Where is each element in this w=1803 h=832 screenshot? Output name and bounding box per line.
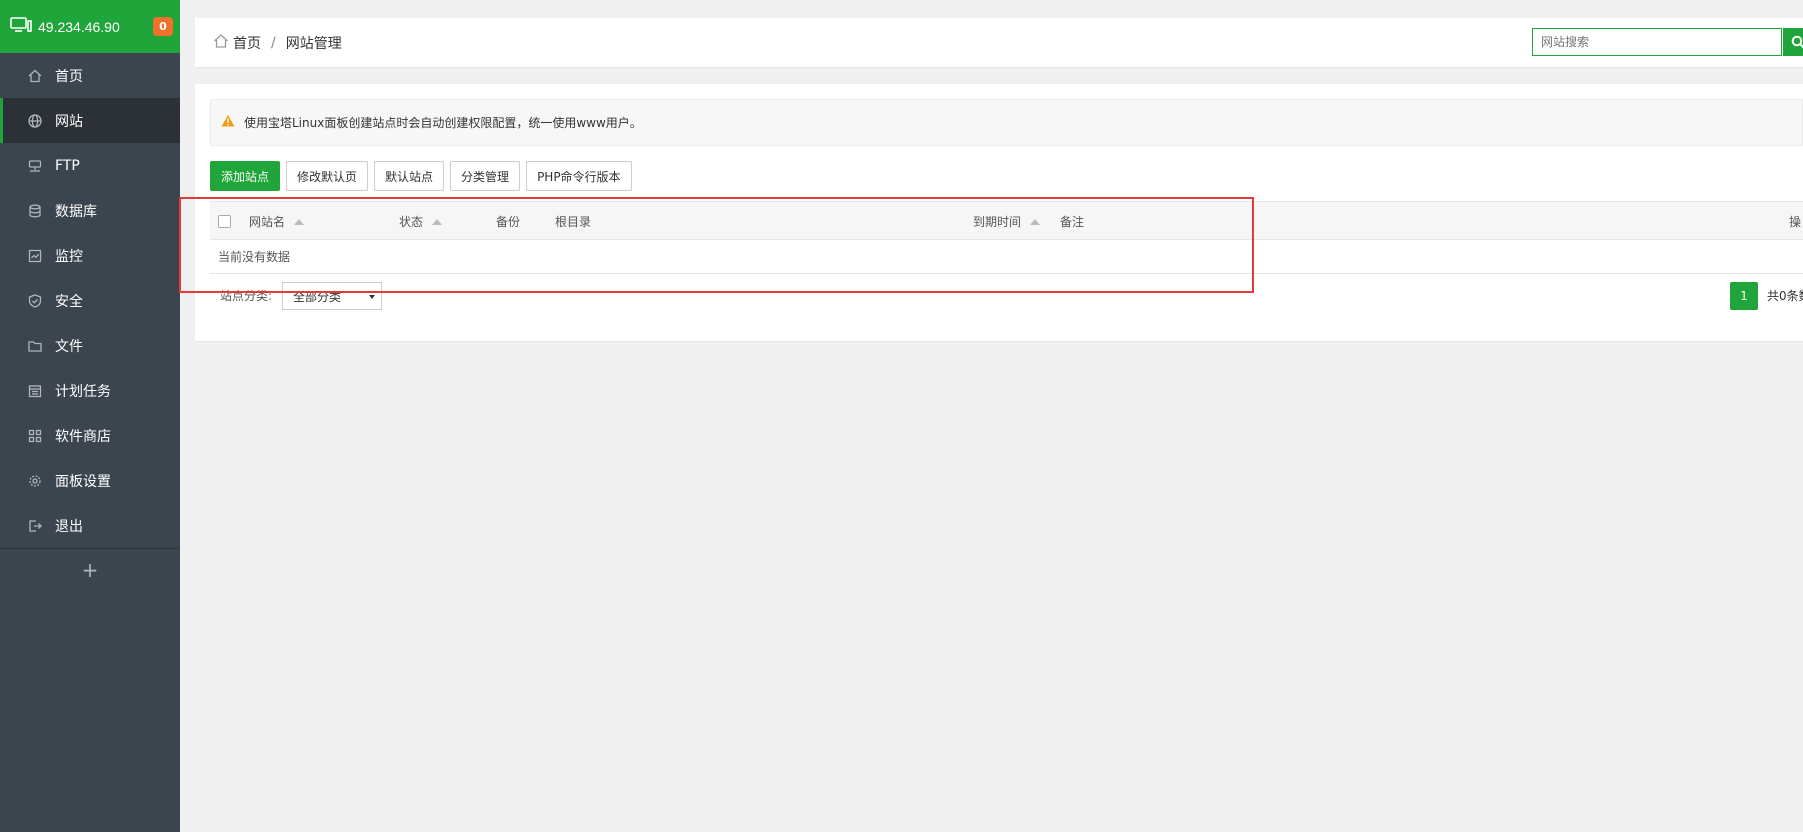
- sidebar-item-label: 监控: [55, 248, 83, 265]
- category-label: 站点分类:: [220, 289, 273, 303]
- sidebar-item-store[interactable]: 软件商店: [0, 413, 180, 458]
- breadcrumb-current: 网站管理: [285, 35, 342, 52]
- empty-text: 当前没有数据: [218, 250, 291, 264]
- column-note: 备注: [1060, 202, 1084, 241]
- sidebar-item-label: 退出: [55, 518, 83, 535]
- monitor-icon: [27, 248, 43, 264]
- sidebar-item-ftp[interactable]: FTP: [0, 143, 180, 188]
- sidebar-item-files[interactable]: 文件: [0, 323, 180, 368]
- search-button[interactable]: [1783, 28, 1803, 56]
- search-icon: [1791, 35, 1803, 49]
- sidebar-item-label: FTP: [55, 157, 80, 174]
- breadcrumb-separator: /: [271, 34, 276, 51]
- home-icon: [27, 68, 43, 84]
- category-select[interactable]: 全部分类: [282, 282, 382, 310]
- sidebar-item-label: 面板设置: [55, 473, 111, 490]
- column-operation: 操: [1789, 202, 1801, 241]
- sidebar-item-website[interactable]: 网站: [0, 98, 180, 143]
- sidebar-item-cron[interactable]: 计划任务: [0, 368, 180, 413]
- sidebar-item-home[interactable]: 首页: [0, 53, 180, 98]
- column-expire[interactable]: 到期时间: [973, 202, 1041, 241]
- column-root-dir: 根目录: [555, 202, 591, 241]
- sidebar: 49.234.46.90 0 首页 网站 FTP 数据库 监控 安全 文件 计划…: [0, 0, 180, 832]
- warning-icon: [221, 114, 244, 131]
- table-footer: 站点分类: 全部分类 1 共0条数据: [210, 280, 1803, 312]
- column-label: 备份: [496, 215, 521, 229]
- sidebar-item-label: 首页: [55, 68, 83, 85]
- page-number-current[interactable]: 1: [1730, 282, 1758, 310]
- home-icon[interactable]: [213, 33, 233, 53]
- breadcrumb-bar: 首页 / 网站管理: [195, 18, 1803, 68]
- sidebar-item-label: 安全: [55, 293, 83, 310]
- sidebar-item-logout[interactable]: 退出: [0, 503, 180, 548]
- sidebar-item-label: 网站: [55, 113, 83, 130]
- site-table: 网站名 状态 备份 根目录 到期时间 备注 操 当前没有数据: [210, 201, 1803, 274]
- action-toolbar: 添加站点 修改默认页 默认站点 分类管理 PHP命令行版本: [210, 161, 632, 191]
- breadcrumb: 首页 / 网站管理: [213, 33, 342, 53]
- database-icon: [27, 203, 43, 219]
- sidebar-item-label: 数据库: [55, 203, 97, 220]
- sort-icon: [432, 218, 443, 225]
- column-label: 网站名: [249, 215, 286, 229]
- column-label: 到期时间: [973, 215, 1022, 229]
- empty-row: 当前没有数据: [210, 240, 1803, 274]
- column-site-name[interactable]: 网站名: [249, 202, 305, 241]
- search-input[interactable]: [1533, 29, 1773, 55]
- php-cli-version-button[interactable]: PHP命令行版本: [526, 161, 632, 191]
- notice-bar: 使用宝塔Linux面板创建站点时会自动创建权限配置，统一使用www用户。: [210, 99, 1803, 146]
- add-site-button[interactable]: 添加站点: [210, 161, 281, 191]
- sidebar-item-security[interactable]: 安全: [0, 278, 180, 323]
- server-header[interactable]: 49.234.46.90 0: [0, 0, 180, 53]
- sidebar-menu: 首页 网站 FTP 数据库 监控 安全 文件 计划任务 软件商店 面板设置 退出: [0, 53, 180, 548]
- column-status[interactable]: 状态: [399, 202, 443, 241]
- category-manage-button[interactable]: 分类管理: [450, 161, 521, 191]
- globe-icon: [27, 113, 43, 129]
- sidebar-item-settings[interactable]: 面板设置: [0, 458, 180, 503]
- sidebar-item-database[interactable]: 数据库: [0, 188, 180, 233]
- website-panel: 使用宝塔Linux面板创建站点时会自动创建权限配置，统一使用www用户。 添加站…: [195, 84, 1803, 342]
- shield-icon: [27, 293, 43, 309]
- grid-icon: [27, 428, 43, 444]
- page-total: 共0条数据: [1767, 289, 1803, 303]
- sort-icon: [294, 218, 305, 225]
- edit-default-page-button[interactable]: 修改默认页: [286, 161, 369, 191]
- sidebar-item-label: 文件: [55, 338, 83, 355]
- logout-icon: [27, 518, 43, 534]
- column-label: 根目录: [555, 215, 592, 229]
- table-header: 网站名 状态 备份 根目录 到期时间 备注 操: [210, 201, 1803, 240]
- default-site-button[interactable]: 默认站点: [374, 161, 445, 191]
- chevron-down-icon: [369, 295, 375, 299]
- column-label: 备注: [1060, 215, 1085, 229]
- sidebar-item-label: 软件商店: [55, 428, 111, 445]
- category-value: 全部分类: [293, 289, 342, 304]
- notice-text: 使用宝塔Linux面板创建站点时会自动创建权限配置，统一使用www用户。: [244, 116, 642, 130]
- calendar-icon: [27, 383, 43, 399]
- column-backup: 备份: [496, 202, 520, 241]
- column-label: 操: [1789, 215, 1802, 229]
- select-all-checkbox[interactable]: [218, 215, 231, 228]
- server-ip: 49.234.46.90: [38, 18, 120, 35]
- gear-icon: [27, 473, 43, 489]
- column-label: 状态: [399, 215, 424, 229]
- sidebar-item-label: 计划任务: [55, 383, 111, 400]
- breadcrumb-home[interactable]: 首页: [233, 33, 261, 53]
- sort-icon: [1030, 218, 1041, 225]
- server-icon: [10, 17, 32, 36]
- add-shortcut-button[interactable]: +: [0, 549, 180, 591]
- ftp-icon: [27, 158, 43, 174]
- notification-badge[interactable]: 0: [153, 17, 173, 36]
- sidebar-item-monitor[interactable]: 监控: [0, 233, 180, 278]
- select-all-checkbox-cell: [218, 202, 231, 241]
- folder-icon: [27, 338, 43, 354]
- search-box: [1532, 28, 1782, 56]
